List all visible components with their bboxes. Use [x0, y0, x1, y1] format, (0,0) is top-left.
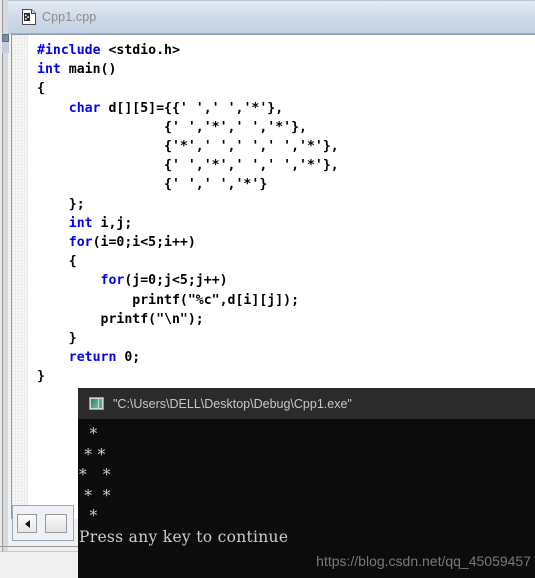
cpp-document-icon: [22, 9, 36, 25]
code-token: 0;: [116, 350, 141, 366]
code-token: {: [37, 81, 45, 97]
horizontal-scrollbar-thumb[interactable]: [45, 514, 67, 533]
editor-indicator-margin: [12, 35, 28, 519]
code-token: <stdio.h>: [100, 43, 180, 58]
code-token: printf("%c",d[i][j]);: [132, 292, 300, 308]
scroll-left-button[interactable]: [17, 514, 37, 533]
code-token: {' ',' ','*'}: [68, 177, 268, 193]
code-token: (j=0;j<5;j++): [124, 273, 228, 289]
screenshot-root: Cpp1.cpp #include <stdio.h> int main() {…: [0, 0, 535, 578]
code-token: i,j;: [92, 215, 133, 231]
code-token: return: [68, 350, 117, 366]
console-titlebar[interactable]: "C:\Users\DELL\Desktop\Debug\Cpp1.exe": [78, 388, 535, 419]
code-token: main(): [60, 62, 117, 78]
source-code: #include <stdio.h> int main() { char d[]…: [29, 41, 535, 387]
editor-tab-strip: Cpp1.cpp: [8, 0, 535, 34]
code-token: int: [68, 215, 93, 231]
arrow-left-icon: [24, 519, 30, 528]
watermark: https://blog.csdn.net/qq_45059457: [316, 553, 531, 569]
window-left-border: [0, 0, 8, 552]
code-token: int: [37, 62, 61, 78]
console-window-icon: [89, 397, 104, 410]
code-token: }: [37, 369, 45, 385]
code-token: for: [100, 273, 125, 289]
code-token: char: [68, 100, 101, 116]
code-token: d[][5]={{' ',' ','*'},: [100, 100, 284, 116]
code-token: printf("\n");: [100, 311, 204, 327]
code-token: {' ','*',' ',' ','*'},: [68, 158, 339, 174]
code-token: #include: [37, 43, 101, 58]
code-token: }: [68, 331, 77, 347]
code-token: };: [68, 196, 85, 212]
code-token: {' ','*',' ','*'},: [68, 119, 307, 135]
console-output: * * * * * * * * Press any key to continu…: [79, 425, 289, 546]
tab-label: Cpp1.cpp: [42, 10, 97, 24]
code-token: {: [68, 254, 77, 270]
code-token: {'*',' ',' ',' ','*'},: [68, 139, 339, 155]
tab-cpp1-cpp[interactable]: Cpp1.cpp: [16, 3, 106, 31]
console-title: "C:\Users\DELL\Desktop\Debug\Cpp1.exe": [113, 396, 352, 411]
console-window[interactable]: "C:\Users\DELL\Desktop\Debug\Cpp1.exe" *…: [78, 388, 535, 578]
editor-vertical-scrollbar-thumb[interactable]: [2, 34, 9, 42]
code-token: for: [68, 235, 93, 251]
code-token: (i=0;i<5;i++): [92, 235, 196, 251]
